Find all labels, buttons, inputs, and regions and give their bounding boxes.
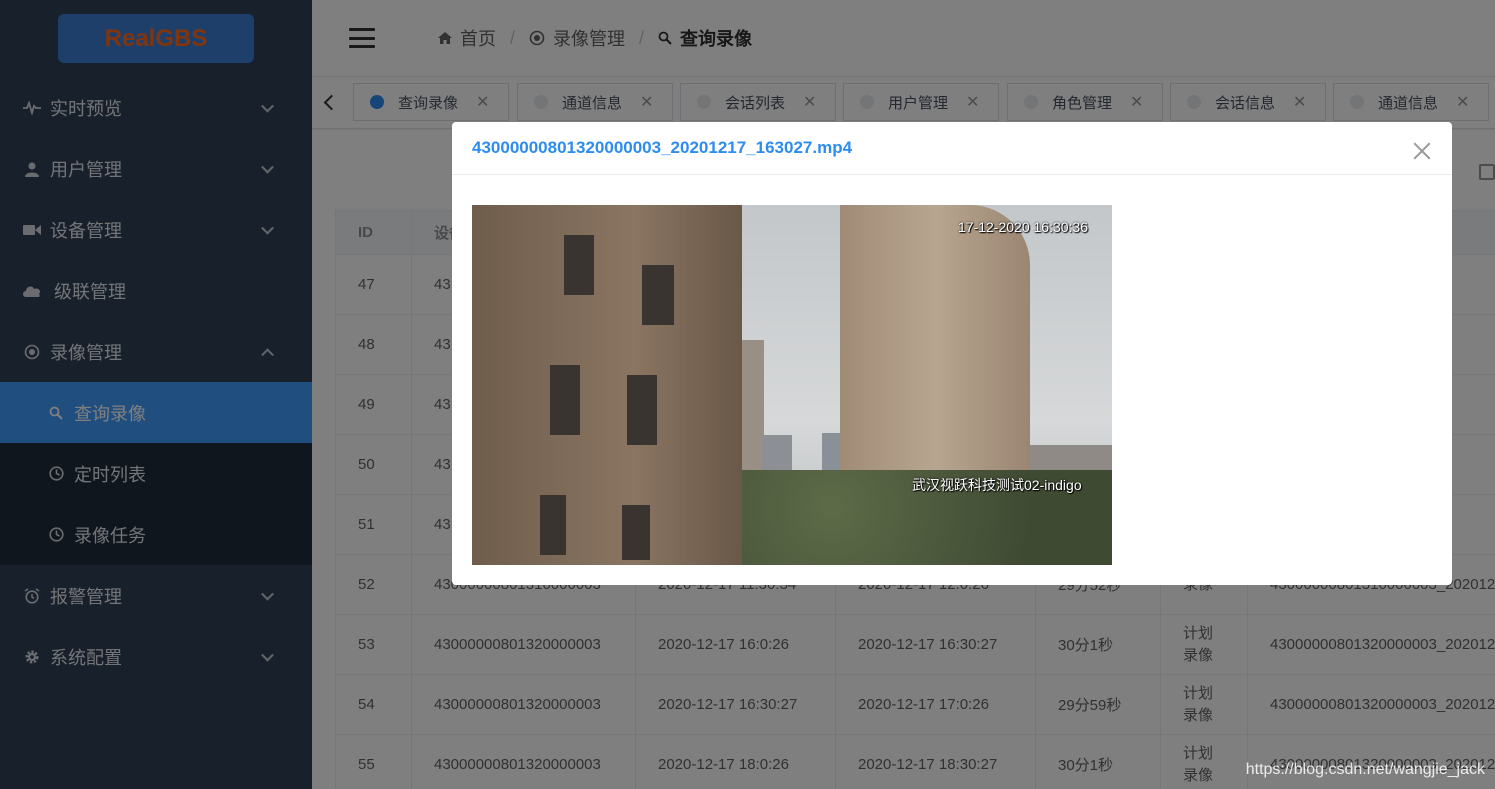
watermark: https://blog.csdn.net/wangjie_jack (1245, 761, 1485, 778)
video-player[interactable]: 17-12-2020 16:30:36 武汉视跃科技测试02-indigo (472, 205, 1112, 565)
dialog-header: 43000000801320000003_20201217_163027.mp4 (452, 122, 1452, 175)
video-timestamp: 17-12-2020 16:30:36 (958, 219, 1088, 235)
dialog-title: 43000000801320000003_20201217_163027.mp4 (472, 138, 853, 157)
close-icon[interactable] (1412, 140, 1432, 160)
video-window (622, 505, 650, 560)
video-window (642, 265, 674, 325)
video-window (540, 495, 566, 555)
video-channel-label: 武汉视跃科技测试02-indigo (912, 477, 1082, 493)
video-window (550, 365, 580, 435)
video-window (564, 235, 594, 295)
video-player-dialog: 43000000801320000003_20201217_163027.mp4… (452, 122, 1452, 585)
video-window (627, 375, 657, 445)
video-building-foreground (472, 205, 742, 565)
